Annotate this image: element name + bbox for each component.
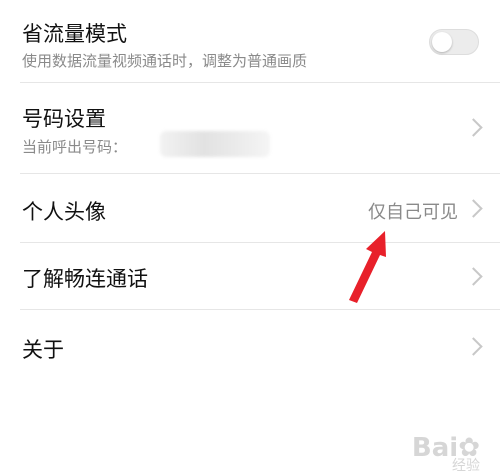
toggle-knob [432,32,452,52]
learn-more-title: 了解畅连通话 [22,267,148,291]
chevron-right-icon [464,337,483,356]
learn-more-row[interactable]: 了解畅连通话 [0,243,500,309]
number-settings-subtitle: 当前呼出号码： [22,138,128,156]
chevron-right-icon [464,118,483,137]
number-settings-title: 号码设置 [22,107,106,131]
about-title: 关于 [22,338,64,362]
about-row[interactable]: 关于 [0,310,500,380]
avatar-row[interactable]: 个人头像 仅自己可见 [0,174,500,242]
data-saver-toggle[interactable] [429,29,479,55]
baidu-watermark: Bai✿ 经验 [412,433,480,474]
data-saver-row[interactable]: 省流量模式 使用数据流量视频通话时，调整为普通画质 [0,0,500,82]
chevron-right-icon [464,267,483,286]
data-saver-title: 省流量模式 [22,22,127,46]
avatar-title: 个人头像 [22,200,106,224]
number-settings-row[interactable]: 号码设置 当前呼出号码： [0,83,500,173]
avatar-visibility-value: 仅自己可见 [368,202,458,223]
watermark-suffix: 经验 [452,458,480,474]
data-saver-subtitle: 使用数据流量视频通话时，调整为普通画质 [22,52,308,70]
blurred-phone-number [160,131,270,157]
chevron-right-icon [464,199,483,218]
